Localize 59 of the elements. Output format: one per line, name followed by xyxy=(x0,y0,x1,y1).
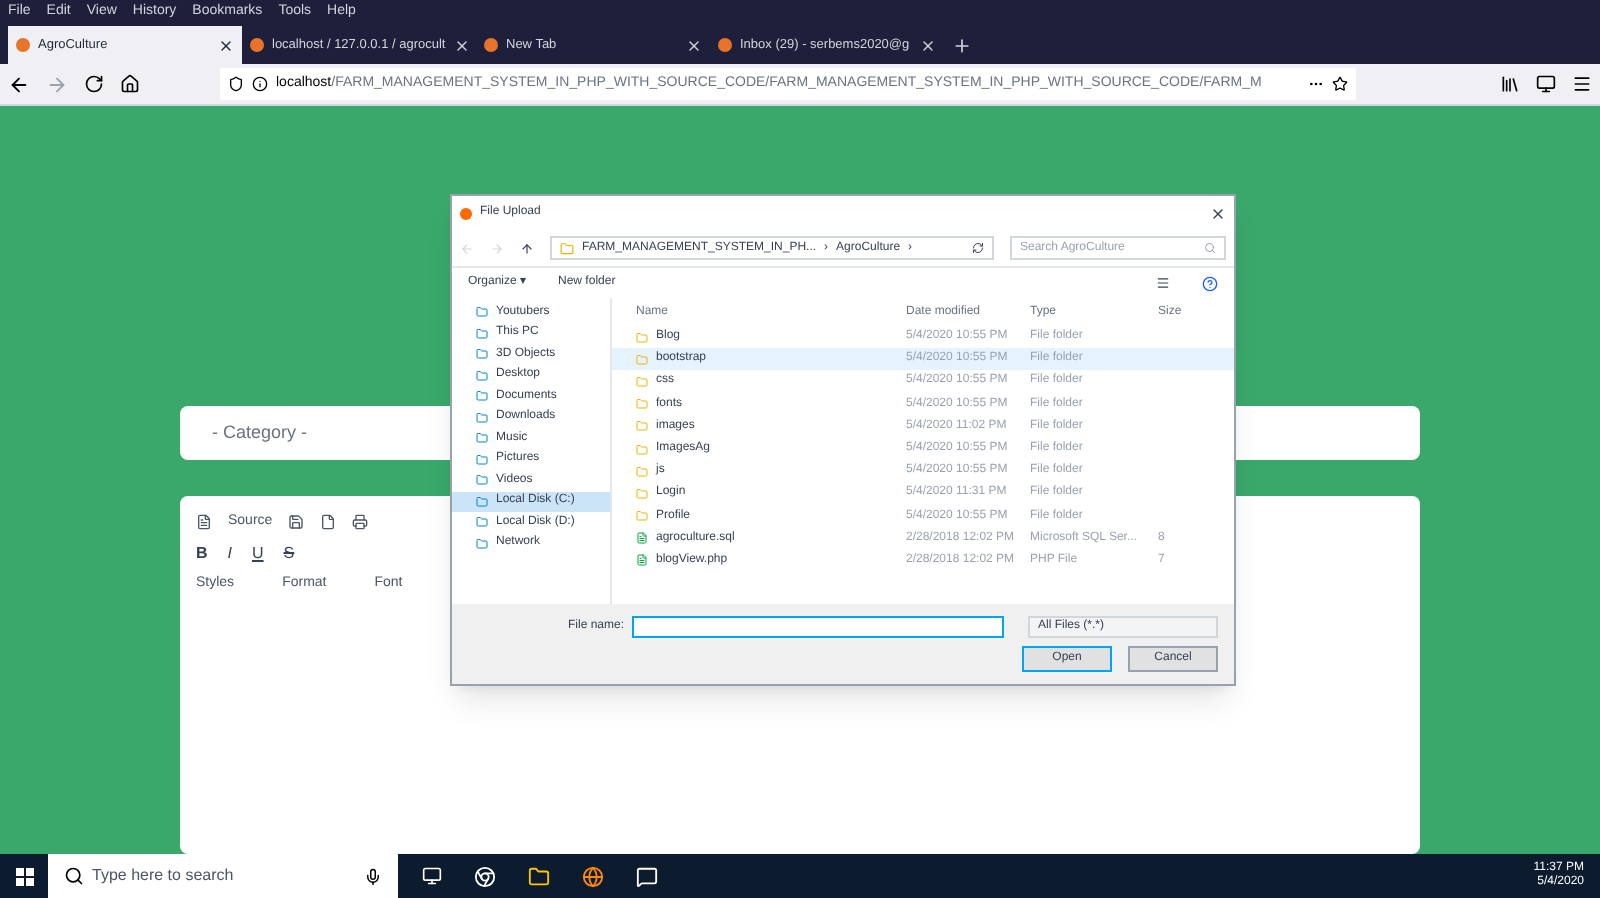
folder-icon xyxy=(476,474,488,487)
folder-icon xyxy=(476,411,488,424)
folder-icon xyxy=(636,398,648,411)
shield-icon xyxy=(228,76,244,92)
folder-icon xyxy=(636,487,648,500)
folder-icon xyxy=(636,331,648,344)
globe-icon[interactable] xyxy=(582,865,604,887)
close-icon[interactable] xyxy=(1210,205,1226,221)
format-button[interactable]: I xyxy=(227,541,233,565)
tab-favicon-icon xyxy=(484,38,498,52)
home-icon[interactable] xyxy=(120,74,140,94)
search-icon xyxy=(1204,242,1216,254)
new-tab-icon[interactable] xyxy=(952,36,972,56)
folder-icon xyxy=(636,443,648,456)
folder-icon xyxy=(476,369,488,382)
reload-icon[interactable] xyxy=(84,74,104,94)
menu-icon[interactable] xyxy=(1572,74,1592,94)
file-icon xyxy=(636,532,648,545)
view-icon[interactable] xyxy=(1156,276,1170,290)
folder-icon xyxy=(476,453,488,466)
format-button[interactable]: U xyxy=(252,541,264,565)
folder-icon xyxy=(476,516,488,529)
help-icon[interactable] xyxy=(1202,275,1218,291)
tab-favicon-icon xyxy=(718,38,732,52)
library-icon[interactable] xyxy=(1500,74,1520,94)
search-icon xyxy=(64,866,84,886)
tab-favicon-icon xyxy=(250,38,264,52)
folder-icon xyxy=(476,306,488,319)
format-button[interactable]: B xyxy=(196,541,208,565)
tab-favicon-icon xyxy=(16,38,30,52)
print-icon[interactable] xyxy=(352,514,369,531)
document-icon[interactable] xyxy=(196,514,212,531)
browser-icon[interactable] xyxy=(474,865,496,887)
back-icon[interactable] xyxy=(8,73,30,95)
refresh-icon[interactable] xyxy=(972,242,984,254)
folder-icon xyxy=(476,390,488,403)
folder-icon xyxy=(476,327,488,340)
taskbar-search-field[interactable]: Type here to search xyxy=(48,854,398,898)
format-button[interactable]: S xyxy=(283,541,295,565)
new-page-icon[interactable] xyxy=(320,514,337,531)
file-icon xyxy=(636,554,648,567)
up-icon[interactable] xyxy=(520,241,534,255)
folder-icon xyxy=(636,375,648,388)
folder-icon[interactable] xyxy=(528,865,550,887)
folder-icon xyxy=(636,353,648,366)
info-icon xyxy=(252,76,268,92)
close-icon[interactable] xyxy=(218,37,234,53)
folder-icon xyxy=(636,420,648,433)
folder-icon xyxy=(476,495,488,508)
folder-icon xyxy=(476,348,488,361)
bookmark-star-icon[interactable] xyxy=(1332,76,1348,92)
folder-icon xyxy=(636,510,648,523)
folder-icon xyxy=(560,241,574,255)
folder-icon xyxy=(636,465,648,478)
file-name-field[interactable] xyxy=(632,616,1005,638)
save-icon[interactable] xyxy=(288,514,305,531)
folder-icon xyxy=(476,432,488,445)
folder-icon xyxy=(476,537,488,550)
microphone-icon[interactable] xyxy=(364,867,382,885)
